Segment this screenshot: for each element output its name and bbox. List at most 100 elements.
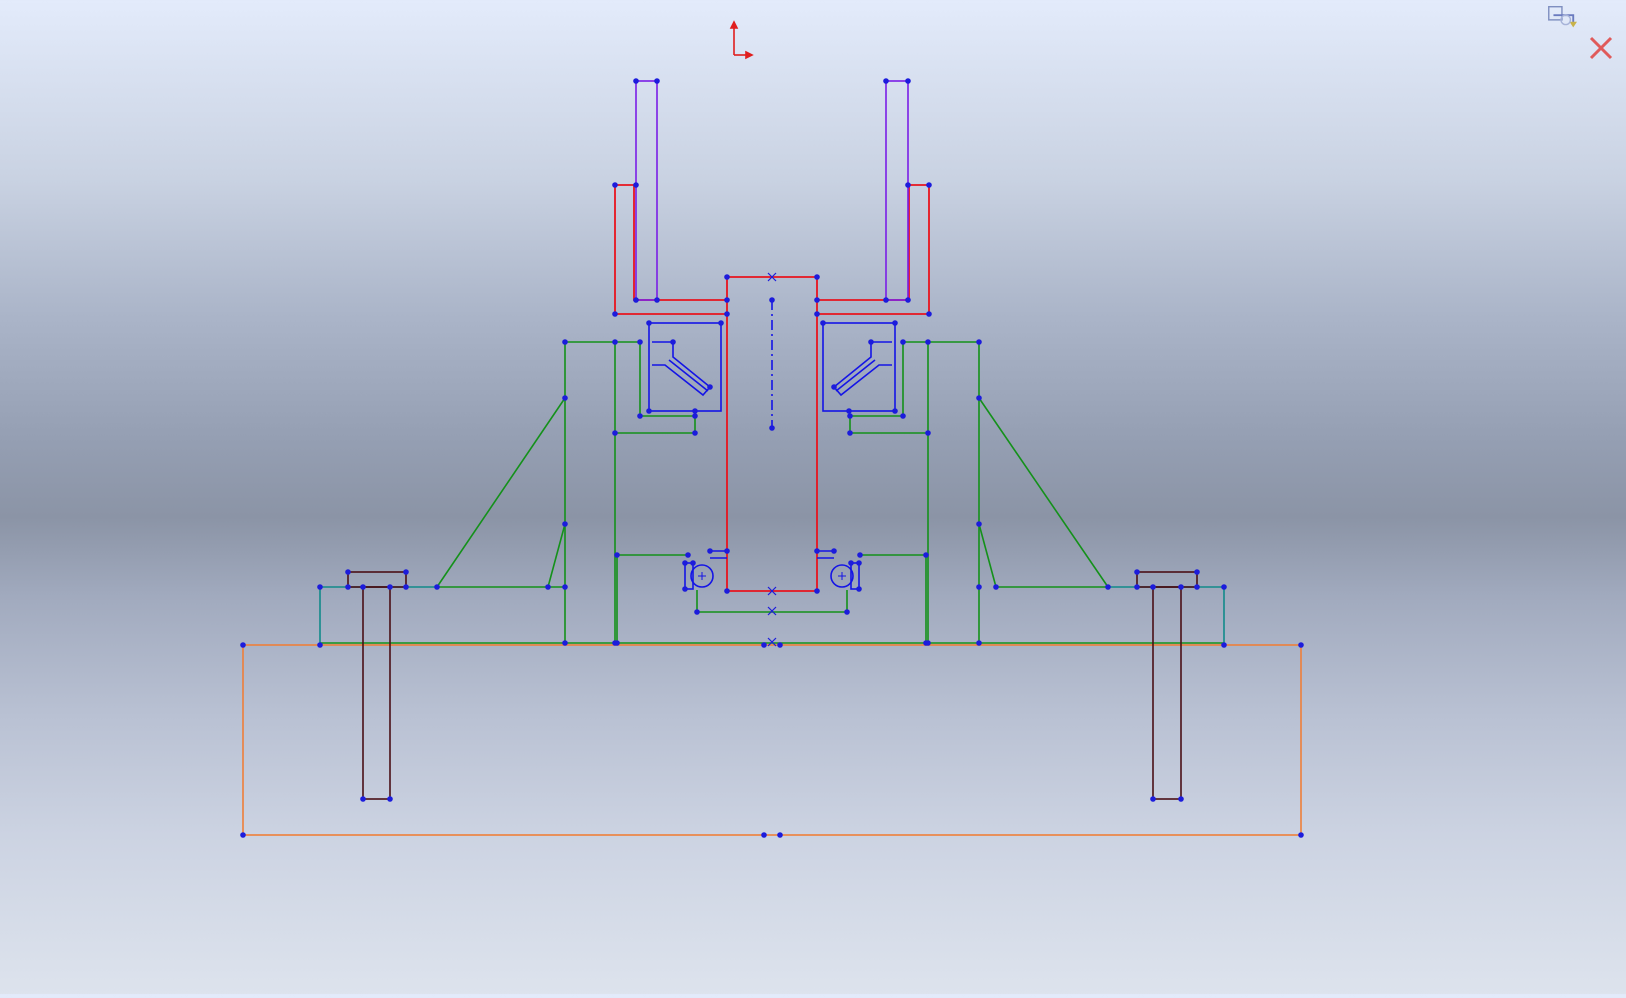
sketch-point[interactable]: [1134, 569, 1140, 575]
sketch-point[interactable]: [692, 408, 698, 414]
flange-profile[interactable]: [319, 586, 1225, 645]
base-plate-profile[interactable]: [242, 644, 1302, 836]
sketch-point[interactable]: [434, 584, 440, 590]
sketch-point[interactable]: [682, 560, 688, 566]
sketch-point[interactable]: [724, 297, 730, 303]
sketch-point[interactable]: [856, 560, 862, 566]
sketch-point[interactable]: [777, 832, 783, 838]
sketch-point[interactable]: [883, 78, 889, 84]
sketch-point[interactable]: [976, 521, 982, 527]
sketch-point[interactable]: [614, 552, 620, 558]
exit-sketch-icon[interactable]: [1585, 32, 1617, 64]
sketch-point[interactable]: [562, 395, 568, 401]
sketch-point[interactable]: [562, 521, 568, 527]
sketch-point[interactable]: [976, 640, 982, 646]
sketch-point[interactable]: [923, 552, 929, 558]
sketch-point[interactable]: [892, 320, 898, 326]
sketch-point[interactable]: [1178, 796, 1184, 802]
sketch-point[interactable]: [692, 413, 698, 419]
sketch-point[interactable]: [646, 408, 652, 414]
sketch-point[interactable]: [1105, 584, 1111, 590]
sketch-point[interactable]: [240, 832, 246, 838]
sketch-point[interactable]: [925, 640, 931, 646]
sketch-point[interactable]: [1194, 569, 1200, 575]
sketch-point[interactable]: [905, 182, 911, 188]
sketch-point[interactable]: [345, 569, 351, 575]
sketch-point[interactable]: [848, 560, 854, 566]
sketch-point[interactable]: [637, 339, 643, 345]
sketch-point[interactable]: [1298, 642, 1304, 648]
sketch-point[interactable]: [925, 430, 931, 436]
sketch-point[interactable]: [857, 552, 863, 558]
sketch-point[interactable]: [761, 642, 767, 648]
sketch-point[interactable]: [690, 560, 696, 566]
sketch-point[interactable]: [905, 297, 911, 303]
sketch-point[interactable]: [403, 569, 409, 575]
sleeve-profile[interactable]: [635, 80, 909, 301]
sketch-point[interactable]: [1221, 584, 1227, 590]
sketch-point[interactable]: [612, 339, 618, 345]
sketch-point[interactable]: [562, 584, 568, 590]
sketch-point[interactable]: [993, 584, 999, 590]
sketch-point[interactable]: [814, 588, 820, 594]
graphics-viewport[interactable]: [0, 0, 1626, 994]
sketch-point[interactable]: [670, 339, 676, 345]
sketch-point[interactable]: [1150, 584, 1156, 590]
sketch-point[interactable]: [633, 182, 639, 188]
sketch-point[interactable]: [724, 548, 730, 554]
sketch-point[interactable]: [976, 339, 982, 345]
sketch-point[interactable]: [612, 311, 618, 317]
sketch-point[interactable]: [387, 584, 393, 590]
sketch-point[interactable]: [612, 182, 618, 188]
sketch-point[interactable]: [724, 274, 730, 280]
sketch-point[interactable]: [545, 584, 551, 590]
confirm-corner-icon[interactable]: [1545, 2, 1577, 34]
sketch-point[interactable]: [892, 408, 898, 414]
sketch-point[interactable]: [317, 584, 323, 590]
sketch-point[interactable]: [1194, 584, 1200, 590]
sketch-point[interactable]: [646, 320, 652, 326]
sketch-point[interactable]: [905, 78, 911, 84]
sketch-point[interactable]: [856, 586, 862, 592]
sketch-point[interactable]: [718, 320, 724, 326]
sketch-point[interactable]: [1298, 832, 1304, 838]
sketch-point[interactable]: [814, 297, 820, 303]
sketch-point[interactable]: [682, 586, 688, 592]
sketch-point[interactable]: [724, 588, 730, 594]
sketch-point[interactable]: [637, 413, 643, 419]
sketch-canvas[interactable]: [0, 0, 1626, 994]
sketch-point[interactable]: [814, 311, 820, 317]
sketch-point[interactable]: [831, 548, 837, 554]
sketch-point[interactable]: [1221, 642, 1227, 648]
sketch-point[interactable]: [820, 320, 826, 326]
sketch-point[interactable]: [633, 78, 639, 84]
sketch-point[interactable]: [868, 339, 874, 345]
sketch-point[interactable]: [846, 408, 852, 414]
sketch-point[interactable]: [976, 584, 982, 590]
sketch-point[interactable]: [847, 430, 853, 436]
sketch-point[interactable]: [724, 311, 730, 317]
sketch-point[interactable]: [360, 584, 366, 590]
sketch-point[interactable]: [403, 584, 409, 590]
sketch-point[interactable]: [685, 552, 691, 558]
sketch-point[interactable]: [976, 395, 982, 401]
sketch-point[interactable]: [562, 339, 568, 345]
sketch-point[interactable]: [844, 609, 850, 615]
sketch-point[interactable]: [1134, 584, 1140, 590]
sketch-point[interactable]: [847, 413, 853, 419]
sketch-point[interactable]: [814, 548, 820, 554]
sketch-point[interactable]: [883, 297, 889, 303]
bolt-profile[interactable]: [347, 571, 1198, 800]
sketch-point[interactable]: [900, 413, 906, 419]
bearing-profile[interactable]: [648, 300, 896, 590]
sketch-point[interactable]: [926, 182, 932, 188]
sketch-point[interactable]: [562, 640, 568, 646]
sketch-point[interactable]: [317, 642, 323, 648]
sketch-point[interactable]: [926, 311, 932, 317]
sketch-point[interactable]: [831, 384, 837, 390]
sketch-point[interactable]: [360, 796, 366, 802]
sketch-point[interactable]: [692, 430, 698, 436]
sketch-point[interactable]: [814, 274, 820, 280]
sketch-point[interactable]: [1150, 796, 1156, 802]
sketch-point[interactable]: [707, 548, 713, 554]
